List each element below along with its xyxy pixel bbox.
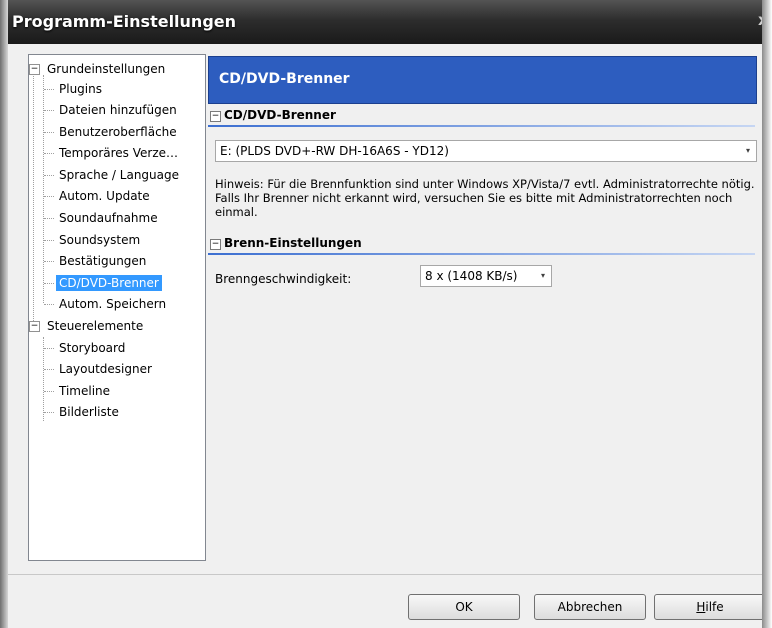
section-title: CD/DVD-Brenner [224, 108, 336, 122]
tree-item-label: Timeline [59, 384, 111, 398]
hint-text: Hinweis: Für die Brennfunktion sind unte… [215, 177, 755, 219]
tree-item-plugins[interactable]: Plugins [29, 79, 105, 99]
tree-connector [44, 391, 54, 392]
tree-item-benutzeroberflaeche[interactable]: Benutzeroberfläche [29, 122, 180, 142]
tree-item-label: Benutzeroberfläche [59, 125, 177, 139]
ok-button[interactable]: OK [408, 594, 520, 620]
chevron-down-icon[interactable]: ▾ [746, 141, 750, 161]
settings-window: Programm-Einstellungen x − Grundeinstell… [0, 0, 772, 628]
tree-item-soundaufnahme[interactable]: Soundaufnahme [29, 208, 161, 228]
tree-item-label: Dateien hinzufügen [59, 103, 177, 117]
tree-item-bilderliste[interactable]: Bilderliste [29, 402, 122, 422]
section-collapse-icon[interactable]: − [210, 111, 221, 122]
tree-item-dateien[interactable]: Dateien hinzufügen [29, 100, 180, 120]
window-title: Programm-Einstellungen [12, 12, 237, 31]
tree-connector [44, 218, 54, 219]
collapse-icon[interactable]: − [29, 64, 40, 75]
tree-group-label: Steuerelemente [47, 319, 144, 333]
chevron-down-icon[interactable]: ▾ [541, 266, 545, 286]
tree-item-soundsystem[interactable]: Soundsystem [29, 230, 143, 250]
tree-item-sprache[interactable]: Sprache / Language [29, 165, 182, 185]
speed-label: Brenngeschwindigkeit: [215, 272, 352, 286]
tree-item-label: Bestätigungen [59, 254, 147, 268]
section-collapse-icon[interactable]: − [210, 239, 221, 250]
section-brenn-einstellungen[interactable]: − Brenn-Einstellungen [208, 236, 755, 255]
drive-select[interactable]: E: (PLDS DVD+-RW DH-16A6S - YD12) ▾ [215, 140, 757, 162]
tree-connector [44, 261, 54, 262]
tree-connector [44, 240, 54, 241]
tree-item-label: Sprache / Language [59, 168, 179, 182]
collapse-icon[interactable]: − [29, 321, 40, 332]
tree-connector [44, 132, 54, 133]
tree-connector [44, 283, 54, 284]
tree-connector [44, 348, 54, 349]
tree-connector [44, 412, 54, 413]
window-shadow-right [762, 0, 772, 628]
tree-item-label: Temporäres Verze… [59, 146, 179, 160]
tree-item-autom-update[interactable]: Autom. Update [29, 186, 153, 206]
tree-connector [44, 110, 54, 111]
tree-group-label: Grundeinstellungen [47, 62, 166, 76]
window-shadow-left [0, 0, 8, 628]
settings-tree[interactable]: − Grundeinstellungen Plugins Dateien hin… [28, 54, 206, 561]
help-button[interactable]: Hilfe [654, 594, 766, 620]
title-bar[interactable]: Programm-Einstellungen x [8, 0, 772, 44]
tree-item-label: CD/DVD-Brenner [56, 275, 162, 291]
tree-item-autom-speichern[interactable]: Autom. Speichern [29, 294, 169, 314]
tree-connector [44, 196, 54, 197]
section-divider [208, 125, 755, 127]
tree-item-cd-dvd-brenner[interactable]: CD/DVD-Brenner [29, 273, 162, 293]
tree-connector [44, 175, 54, 176]
tree-item-temporaeres-verzeichnis[interactable]: Temporäres Verze… [29, 143, 181, 163]
panel-header: CD/DVD-Brenner [208, 56, 757, 104]
tree-group-steuerelemente[interactable]: − Steuerelemente [29, 316, 146, 336]
footer-divider [8, 574, 762, 575]
panel-title: CD/DVD-Brenner [219, 71, 350, 87]
section-title: Brenn-Einstellungen [224, 236, 362, 250]
drive-select-value: E: (PLDS DVD+-RW DH-16A6S - YD12) [220, 144, 449, 158]
section-cd-dvd-brenner[interactable]: − CD/DVD-Brenner [208, 108, 755, 127]
tree-item-storyboard[interactable]: Storyboard [29, 338, 128, 358]
tree-item-label: Autom. Speichern [59, 297, 167, 311]
tree-connector [44, 89, 54, 90]
tree-item-bestaetigungen[interactable]: Bestätigungen [29, 251, 149, 271]
section-divider [208, 253, 755, 255]
speed-select-value: 8 x (1408 KB/s) [425, 269, 518, 283]
tree-connector [44, 304, 54, 305]
help-label-rest: ilfe [705, 600, 724, 614]
tree-connector [44, 369, 54, 370]
tree-connector [44, 153, 54, 154]
tree-item-timeline[interactable]: Timeline [29, 381, 113, 401]
tree-item-label: Soundsystem [59, 233, 141, 247]
tree-item-label: Bilderliste [59, 405, 119, 419]
cancel-button[interactable]: Abbrechen [534, 594, 646, 620]
speed-select[interactable]: 8 x (1408 KB/s) ▾ [420, 265, 552, 287]
tree-group-grundeinstellungen[interactable]: − Grundeinstellungen [29, 59, 168, 79]
tree-item-label: Layoutdesigner [59, 362, 152, 376]
tree-item-label: Storyboard [59, 341, 126, 355]
tree-item-label: Plugins [59, 82, 102, 96]
tree-item-label: Soundaufnahme [59, 211, 158, 225]
dialog-content: − Grundeinstellungen Plugins Dateien hin… [8, 44, 766, 628]
tree-item-label: Autom. Update [59, 189, 150, 203]
tree-item-layoutdesigner[interactable]: Layoutdesigner [29, 359, 155, 379]
